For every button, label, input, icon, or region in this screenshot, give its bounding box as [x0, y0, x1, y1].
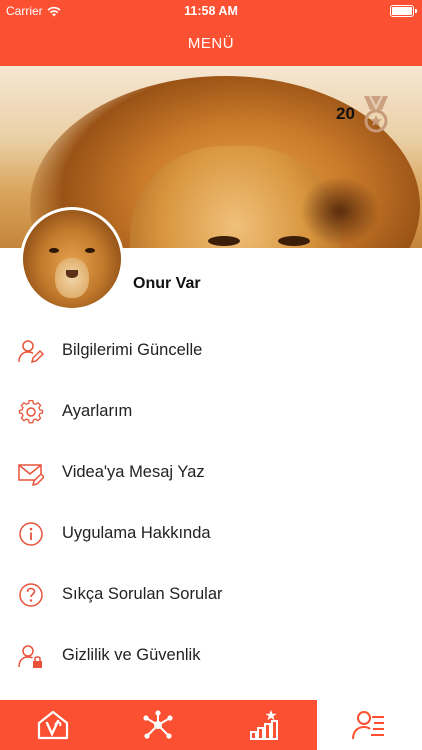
ranking-icon — [249, 710, 278, 740]
menu-item-update-info[interactable]: Bilgilerimi Güncelle — [0, 320, 422, 381]
menu-list: Bilgilerimi Güncelle Ayarlarım Videa'ya … — [0, 320, 422, 686]
menu-item-about[interactable]: Uygulama Hakkında — [0, 503, 422, 564]
tab-ranking[interactable] — [211, 700, 317, 750]
score-value: 20 — [336, 104, 355, 123]
menu-item-label: Videa'ya Mesaj Yaz — [62, 463, 205, 481]
menu-item-privacy[interactable]: Gizlilik ve Güvenlik — [0, 625, 422, 686]
medal-icon — [363, 95, 388, 133]
menu-item-label: Uygulama Hakkında — [62, 524, 211, 542]
tab-network[interactable] — [106, 700, 212, 750]
menu-item-label: Bilgilerimi Güncelle — [62, 341, 203, 359]
menu-item-settings[interactable]: Ayarlarım — [0, 381, 422, 442]
tab-home[interactable] — [0, 700, 106, 750]
menu-item-label: Sıkça Sorulan Sorular — [62, 585, 223, 603]
score-badge[interactable]: 20 — [336, 94, 391, 134]
question-icon — [19, 582, 43, 607]
info-icon — [19, 521, 43, 546]
network-icon — [143, 710, 173, 739]
menu-item-label: Gizlilik ve Güvenlik — [62, 646, 201, 664]
gear-icon — [18, 399, 44, 423]
home-logo-icon — [37, 710, 68, 740]
status-time: 11:58 AM — [184, 4, 238, 18]
tab-bar — [0, 700, 422, 750]
menu-item-label: Ayarlarım — [62, 402, 133, 420]
menu-item-faq[interactable]: Sıkça Sorulan Sorular — [0, 564, 422, 625]
user-edit-icon — [18, 339, 44, 363]
battery-icon — [390, 5, 417, 17]
nav-bar: MENÜ — [0, 22, 422, 66]
user-list-icon — [352, 711, 385, 740]
avatar[interactable] — [20, 207, 124, 311]
page-title: MENÜ — [187, 35, 235, 52]
user-name: Onur Var — [133, 275, 201, 292]
user-lock-icon — [18, 644, 42, 668]
menu-item-message[interactable]: Videa'ya Mesaj Yaz — [0, 442, 422, 503]
status-bar: Carrier 11:58 AM — [0, 0, 422, 22]
tab-profile[interactable] — [316, 700, 422, 750]
mail-edit-icon — [18, 463, 44, 486]
